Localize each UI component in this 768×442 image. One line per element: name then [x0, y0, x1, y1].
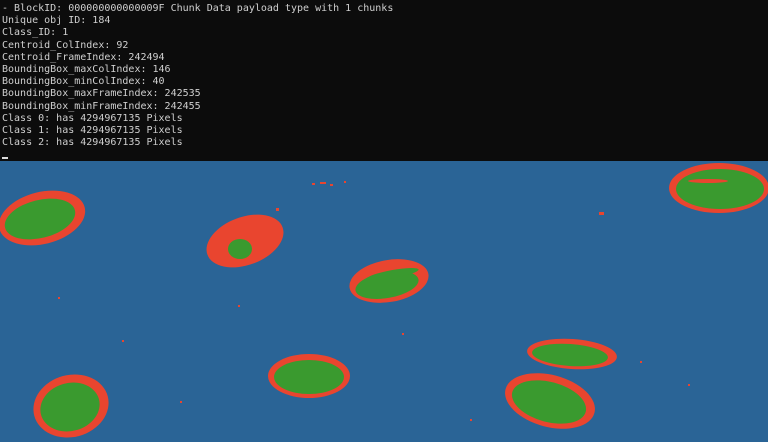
console-line-class-0: Class 0: has 4294967135 Pixels [2, 112, 183, 124]
console-line-bbox-max-col: BoundingBox_maxColIndex: 146 [2, 63, 171, 75]
console-line-class-2: Class 2: has 4294967135 Pixels [2, 137, 183, 149]
console-line-centroid-col: Centroid_ColIndex: 92 [2, 39, 129, 51]
console-line-bbox-min-frame: BoundingBox_minFrameIndex: 242455 [2, 100, 201, 112]
console-line-class-1: Class 1: has 4294967135 Pixels [2, 124, 183, 136]
console-line-object-id: Unique obj ID: 184 [2, 15, 111, 27]
console-line-bbox-min-col: BoundingBox_minColIndex: 40 [2, 76, 165, 88]
segmentation-canvas [0, 161, 768, 442]
console-cursor [2, 157, 8, 159]
console-line-block-id: - BlockID: 000000000000009F Chunk Data p… [2, 3, 394, 14]
segmentation-view [0, 161, 768, 442]
console-line-class-id: Class_ID: 1 [2, 27, 69, 39]
object-6 [268, 354, 350, 398]
console-line-centroid-frame: Centroid_FrameIndex: 242494 [2, 51, 165, 63]
object-4 [669, 163, 768, 213]
console-output: - BlockID: 000000000000009F Chunk Data p… [0, 0, 768, 161]
console-line-bbox-max-frame: BoundingBox_maxFrameIndex: 242535 [2, 88, 201, 100]
